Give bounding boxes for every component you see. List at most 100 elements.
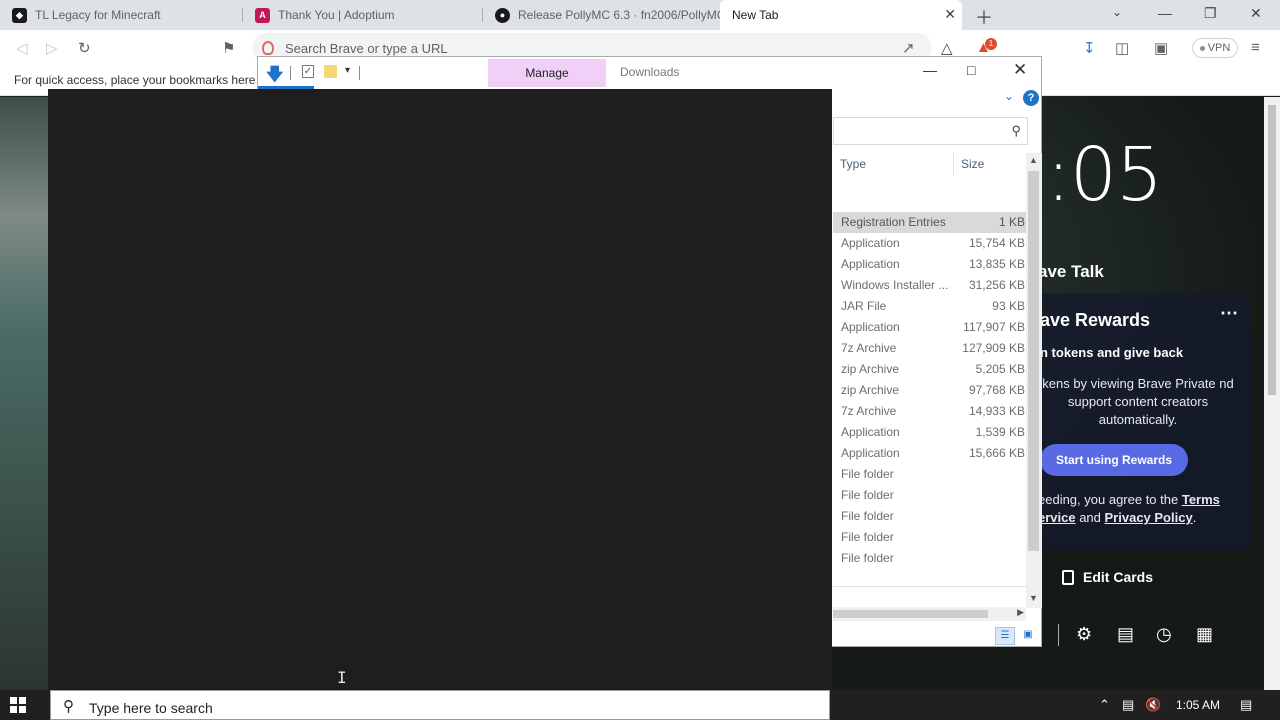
card-icon: [1062, 569, 1074, 585]
file-type: Application: [841, 425, 900, 439]
file-row[interactable]: JAR File 93 KB: [833, 296, 1027, 317]
network-icon[interactable]: ▤: [1122, 697, 1134, 713]
file-list-scrollbar[interactable]: ▲ ▼: [1026, 153, 1042, 608]
edit-cards-button[interactable]: Edit Cards: [1062, 569, 1153, 585]
downloads-icon[interactable]: ↧: [1083, 39, 1096, 57]
shield-favicon-icon: ◆: [12, 7, 27, 23]
explorer-close-icon[interactable]: ✕: [1013, 60, 1027, 80]
file-row[interactable]: Application 1,539 KB: [833, 422, 1027, 443]
page-scrollbar[interactable]: [1264, 97, 1280, 690]
wallet-icon[interactable]: ▣: [1154, 39, 1168, 57]
volume-muted-icon[interactable]: 🔇: [1145, 697, 1161, 713]
brave-talk-title[interactable]: ave Talk: [1038, 262, 1104, 282]
tab-new-tab[interactable]: New Tab ✕: [720, 0, 962, 30]
file-row[interactable]: Application 15,666 KB: [833, 443, 1027, 464]
file-row[interactable]: Application 117,907 KB: [833, 317, 1027, 338]
file-row[interactable]: File folder: [833, 527, 1027, 548]
history-icon[interactable]: ◷: [1156, 624, 1172, 645]
file-row[interactable]: File folder: [833, 548, 1027, 569]
file-size: 31,256 KB: [968, 278, 1025, 292]
file-size: 97,768 KB: [968, 383, 1025, 397]
tab-tl-legacy[interactable]: ◆ TL Legacy for Minecraft: [0, 0, 243, 30]
file-row[interactable]: 7z Archive 14,933 KB: [833, 401, 1027, 422]
blank-dark-window[interactable]: [48, 89, 832, 690]
file-row[interactable]: Application 13,835 KB: [833, 254, 1027, 275]
tab-pollymc-release[interactable]: ● Release PollyMC 6.3 · fn2006/PollyMC: [483, 0, 720, 30]
scroll-up-icon[interactable]: ▲: [1029, 155, 1038, 165]
brave-shields-lion-icon[interactable]: △: [941, 39, 953, 57]
scroll-right-icon[interactable]: ▶: [1017, 607, 1024, 618]
file-row[interactable]: Windows Installer ... 31,256 KB: [833, 275, 1027, 296]
properties-check-icon[interactable]: ✓: [302, 65, 314, 78]
tab-search-chevron-icon[interactable]: ⌄: [1112, 5, 1122, 19]
window-title: Downloads: [620, 65, 680, 79]
minimize-icon[interactable]: —: [1158, 5, 1172, 21]
show-hidden-icons-chevron-icon[interactable]: ⌃: [1099, 697, 1110, 713]
expand-ribbon-chevron-icon[interactable]: ⌄: [1004, 89, 1014, 103]
file-size: 15,754 KB: [968, 236, 1025, 250]
explorer-maximize-icon[interactable]: □: [967, 62, 975, 78]
share-icon[interactable]: ↗: [902, 39, 915, 57]
tab-title: TL Legacy for Minecraft: [35, 8, 161, 22]
tab-adoptium[interactable]: A Thank You | Adoptium: [243, 0, 483, 30]
manage-context-tab[interactable]: Manage: [488, 59, 606, 87]
windows-taskbar: ⚲ Type here to search ⌃ ▤ 🔇 1:05 AM ▤: [0, 690, 1280, 720]
terms-link[interactable]: Terms: [1182, 492, 1220, 507]
file-type: zip Archive: [841, 383, 900, 397]
new-tab-plus-icon[interactable]: ＋: [975, 4, 993, 30]
file-row[interactable]: File folder: [833, 506, 1027, 527]
background-image: [0, 97, 50, 690]
bookmark-icon[interactable]: ⚑: [222, 39, 235, 57]
settings-gear-icon[interactable]: ⚙: [1076, 624, 1092, 645]
close-tab-icon[interactable]: ✕: [944, 6, 956, 23]
forward-icon[interactable]: ▷: [46, 39, 58, 57]
explorer-minimize-icon[interactable]: —: [923, 62, 937, 78]
details-view-icon[interactable]: ☰: [995, 627, 1015, 645]
privacy-policy-link[interactable]: Privacy Policy: [1105, 510, 1193, 525]
file-type: File folder: [841, 509, 894, 523]
scroll-down-icon[interactable]: ▼: [1029, 593, 1038, 603]
menu-icon[interactable]: ≡: [1251, 39, 1260, 56]
horizontal-scrollbar[interactable]: ▶: [833, 607, 1026, 621]
file-size: 1 KB: [998, 215, 1025, 229]
more-options-icon[interactable]: ⋯: [1220, 303, 1238, 324]
taskbar-search-input[interactable]: ⚲ Type here to search: [50, 690, 830, 720]
service-link[interactable]: ervice: [1038, 510, 1076, 525]
windows-start-icon[interactable]: [10, 697, 26, 713]
restore-icon[interactable]: ❐: [1204, 5, 1217, 22]
vpn-button[interactable]: VPN: [1192, 38, 1238, 58]
customize-toolbar-caret-icon[interactable]: ▾: [345, 65, 350, 76]
back-icon[interactable]: ◁: [16, 39, 28, 57]
file-size: 127,909 KB: [962, 341, 1025, 355]
file-type: 7z Archive: [841, 404, 897, 418]
file-row[interactable]: zip Archive 97,768 KB: [833, 380, 1027, 401]
notifications-icon[interactable]: ▤: [1240, 697, 1252, 713]
file-row[interactable]: Application 15,754 KB: [833, 233, 1027, 254]
file-size: 5,205 KB: [975, 362, 1025, 376]
rewards-badge: 1: [985, 38, 997, 50]
file-size: 1,539 KB: [975, 425, 1025, 439]
reload-icon[interactable]: ↻: [78, 39, 91, 57]
search-downloads-input[interactable]: ⚲: [833, 117, 1028, 145]
column-header-type[interactable]: Type: [840, 157, 866, 171]
file-type: File folder: [841, 551, 894, 565]
file-size: 93 KB: [992, 299, 1025, 313]
start-using-rewards-button[interactable]: Start using Rewards: [1040, 444, 1188, 476]
tab-title: Release PollyMC 6.3 · fn2006/PollyMC: [518, 8, 720, 22]
sidebar-icon[interactable]: ◫: [1115, 39, 1129, 57]
file-type: Application: [841, 236, 900, 250]
column-header-size[interactable]: Size: [961, 157, 984, 171]
new-folder-icon[interactable]: [324, 65, 337, 78]
help-icon[interactable]: ?: [1023, 90, 1039, 106]
file-row[interactable]: 7z Archive 127,909 KB: [833, 338, 1027, 359]
large-icons-view-icon[interactable]: ▣: [1018, 627, 1038, 645]
video-call-icon[interactable]: ▦: [1196, 624, 1213, 645]
taskbar-clock[interactable]: 1:05 AM: [1176, 698, 1220, 712]
file-row[interactable]: Registration Entries 1 KB: [833, 212, 1027, 233]
file-row[interactable]: zip Archive 5,205 KB: [833, 359, 1027, 380]
file-row[interactable]: File folder: [833, 464, 1027, 485]
bookmarks-icon[interactable]: ▤: [1117, 624, 1134, 645]
file-type: 7z Archive: [841, 341, 897, 355]
file-row[interactable]: File folder: [833, 485, 1027, 506]
close-window-icon[interactable]: ✕: [1250, 5, 1262, 22]
